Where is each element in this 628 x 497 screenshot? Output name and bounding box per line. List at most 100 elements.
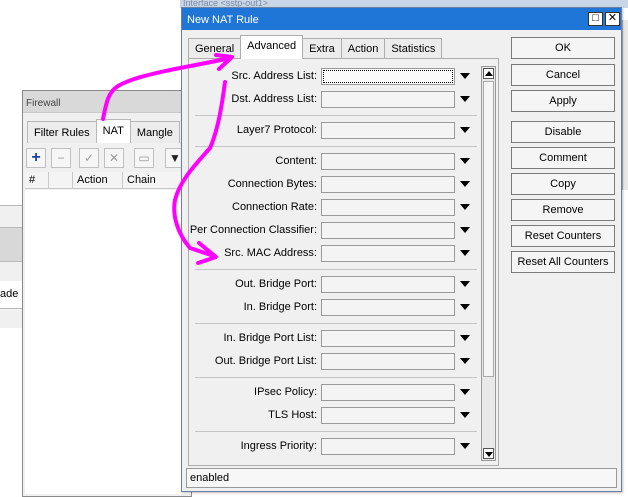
scroll-down-icon[interactable] xyxy=(483,448,494,459)
close-icon[interactable]: ✕ xyxy=(605,12,620,26)
src-mac-address-input[interactable] xyxy=(321,245,455,262)
label-src-address-list: Src. Address List: xyxy=(231,70,317,82)
label-in-bridge-port: In. Bridge Port: xyxy=(243,301,317,313)
connection-bytes-input[interactable] xyxy=(321,176,455,193)
chevron-down-icon[interactable] xyxy=(460,158,470,164)
tab-extra[interactable]: Extra xyxy=(302,38,342,59)
chevron-down-icon[interactable] xyxy=(460,443,470,449)
row-out-bridge-port: Out. Bridge Port: xyxy=(189,275,481,295)
row-content: Content: xyxy=(189,152,481,172)
row-src-mac-address: Src. MAC Address: xyxy=(189,244,481,264)
label-out-bridge-port-list: Out. Bridge Port List: xyxy=(214,355,317,367)
content-input[interactable] xyxy=(321,153,455,170)
in-bridge-port-input[interactable] xyxy=(321,299,455,316)
chevron-down-icon[interactable] xyxy=(460,389,470,395)
chevron-down-icon[interactable] xyxy=(460,181,470,187)
firewall-rule-list[interactable] xyxy=(25,190,191,494)
chevron-down-icon[interactable] xyxy=(460,204,470,210)
check-icon[interactable]: ✓ xyxy=(79,148,99,168)
chevron-down-icon[interactable] xyxy=(460,227,470,233)
row-out-bridge-port-list: Out. Bridge Port List: xyxy=(189,352,481,372)
label-connection-bytes: Connection Bytes: xyxy=(227,178,317,190)
advanced-panel: Src. Address List: Dst. Address List: La… xyxy=(188,58,499,466)
row-dst-address-list: Dst. Address List: xyxy=(189,90,481,110)
firewall-toolbar: + − ✓ ✕ ▭ ▼ xyxy=(23,146,193,170)
comment-icon[interactable]: ▭ xyxy=(134,148,154,168)
out-bridge-port-input[interactable] xyxy=(321,276,455,293)
row-layer7-protocol: Layer7 Protocol: xyxy=(189,121,481,141)
column-action[interactable]: Action xyxy=(73,172,123,188)
connection-rate-input[interactable] xyxy=(321,199,455,216)
chevron-down-icon[interactable] xyxy=(460,412,470,418)
panel-scrollbar[interactable] xyxy=(481,66,496,461)
bg-selected-row xyxy=(0,227,22,261)
in-bridge-port-list-input[interactable] xyxy=(321,330,455,347)
firewall-table-header: # Action Chain xyxy=(25,172,191,189)
tab-mangle[interactable]: Mangle xyxy=(129,121,180,143)
chevron-down-icon[interactable] xyxy=(460,127,470,133)
chevron-down-icon[interactable] xyxy=(460,304,470,310)
column-number[interactable]: # xyxy=(25,172,49,188)
reset-all-counters-button[interactable]: Reset All Counters xyxy=(511,251,615,273)
chevron-down-icon[interactable] xyxy=(460,250,470,256)
layer7-protocol-input[interactable] xyxy=(321,122,455,139)
disable-button[interactable]: Disable xyxy=(511,121,615,143)
out-bridge-port-list-input[interactable] xyxy=(321,353,455,370)
divider xyxy=(195,115,477,116)
scroll-thumb[interactable] xyxy=(483,81,494,377)
dialog-tabs: General Advanced Extra Action Statistics xyxy=(188,35,443,59)
bg-row xyxy=(0,261,22,281)
tab-advanced[interactable]: Advanced xyxy=(240,35,304,59)
new-nat-rule-dialog[interactable]: New NAT Rule □ ✕ General Advanced Extra … xyxy=(181,7,622,492)
dst-address-list-input[interactable] xyxy=(321,91,455,108)
copy-button[interactable]: Copy xyxy=(511,173,615,195)
row-src-address-list: Src. Address List: xyxy=(189,67,481,87)
per-connection-classifier-input[interactable] xyxy=(321,222,455,239)
label-in-bridge-port-list: In. Bridge Port List: xyxy=(223,332,317,344)
label-out-bridge-port: Out. Bridge Port: xyxy=(235,278,317,290)
maximize-icon[interactable]: □ xyxy=(588,12,603,26)
row-per-connection-classifier: Per Connection Classifier: xyxy=(189,221,481,241)
label-layer7-protocol: Layer7 Protocol: xyxy=(236,124,317,136)
scroll-up-icon[interactable] xyxy=(483,68,494,79)
label-ipsec-policy: IPsec Policy: xyxy=(254,386,317,398)
column-chain[interactable]: Chain xyxy=(123,172,189,188)
apply-button[interactable]: Apply xyxy=(511,90,615,112)
tab-action[interactable]: Action xyxy=(340,38,386,59)
chevron-down-icon[interactable] xyxy=(460,358,470,364)
plus-icon[interactable]: + xyxy=(26,148,46,168)
cross-icon[interactable]: ✕ xyxy=(104,148,124,168)
tab-filter-rules[interactable]: Filter Rules xyxy=(27,121,97,143)
divider xyxy=(195,269,477,270)
chevron-down-icon[interactable] xyxy=(460,96,470,102)
divider xyxy=(195,377,477,378)
dialog-titlebar[interactable]: New NAT Rule □ ✕ xyxy=(182,8,621,30)
cancel-button[interactable]: Cancel xyxy=(511,64,615,86)
chevron-down-icon[interactable] xyxy=(460,73,470,79)
column-spacer xyxy=(49,172,73,188)
tab-nat[interactable]: NAT xyxy=(95,119,131,143)
divider xyxy=(195,146,477,147)
row-in-bridge-port-list: In. Bridge Port List: xyxy=(189,329,481,349)
tls-host-input[interactable] xyxy=(321,407,455,424)
row-tls-host: TLS Host: xyxy=(189,406,481,426)
minus-icon[interactable]: − xyxy=(51,148,71,168)
chevron-down-icon[interactable] xyxy=(460,281,470,287)
divider xyxy=(195,323,477,324)
label-dst-address-list: Dst. Address List: xyxy=(231,93,317,105)
remove-button[interactable]: Remove xyxy=(511,199,615,221)
tab-general[interactable]: General xyxy=(188,38,242,59)
tab-statistics[interactable]: Statistics xyxy=(384,38,443,59)
label-tls-host: TLS Host: xyxy=(268,409,317,421)
firewall-window[interactable]: Firewall Filter Rules NAT Mangle + − ✓ ✕… xyxy=(22,90,192,497)
reset-counters-button[interactable]: Reset Counters xyxy=(511,225,615,247)
src-address-list-input[interactable] xyxy=(321,68,455,85)
chevron-down-icon[interactable] xyxy=(460,335,470,341)
firewall-tabs: Filter Rules NAT Mangle xyxy=(27,119,180,143)
ipsec-policy-input[interactable] xyxy=(321,384,455,401)
label-content: Content: xyxy=(275,155,317,167)
label-ingress-priority: Ingress Priority: xyxy=(240,440,317,452)
ok-button[interactable]: OK xyxy=(511,37,615,59)
ingress-priority-input[interactable] xyxy=(321,438,455,455)
comment-button[interactable]: Comment xyxy=(511,147,615,169)
